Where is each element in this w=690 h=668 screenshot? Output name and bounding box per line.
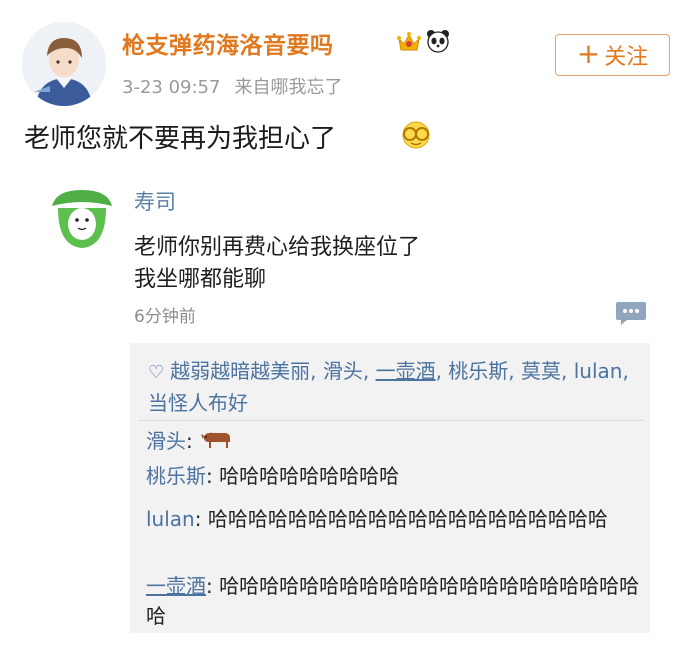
avatar-illustration [22, 22, 106, 106]
post-time: 3-23 09:57 [122, 77, 221, 98]
like-name[interactable]: lulan [574, 359, 623, 383]
like-name[interactable]: 滑头 [323, 359, 363, 383]
quoted-text-line-1: 老师你别再费心给我换座位了 [134, 235, 421, 260]
like-name[interactable]: 一壶酒 [376, 359, 436, 383]
plus-icon: + [576, 36, 601, 70]
quoted-text-line-2: 我坐哪都能聊 [134, 267, 267, 292]
reply-text: 哈哈哈哈哈哈哈哈哈 [219, 464, 400, 488]
post-meta: 3-23 09:57 来自哪我忘了 [122, 73, 342, 99]
reply-text: 哈哈哈哈哈哈哈哈哈哈哈哈哈哈哈哈哈哈哈哈哈哈 [146, 574, 640, 628]
reply-text: 哈哈哈哈哈哈哈哈哈哈哈哈哈哈哈哈哈哈哈哈 [207, 507, 608, 531]
quoted-time: 6分钟前 [134, 307, 196, 327]
likes-row: ♡ 越弱越暗越美丽, 滑头, 一壶酒, 桃乐斯, 莫莫, lulan, 当怪人布好 [148, 359, 629, 415]
vip-crown-icon [396, 30, 422, 58]
panda-icon [425, 29, 451, 57]
glasses-face-emoji-icon [399, 120, 433, 154]
reply-item: 一壶酒: 哈哈哈哈哈哈哈哈哈哈哈哈哈哈哈哈哈哈哈哈哈哈 [146, 574, 640, 628]
cow-icon [199, 428, 233, 458]
like-name[interactable]: 桃乐斯 [448, 359, 508, 383]
quoted-avatar[interactable] [46, 182, 118, 258]
divider [138, 420, 644, 421]
reply-item: lulan: 哈哈哈哈哈哈哈哈哈哈哈哈哈哈哈哈哈哈哈哈 [146, 507, 608, 531]
like-name[interactable]: 莫莫 [521, 359, 561, 383]
post-source: 来自哪我忘了 [234, 77, 343, 98]
like-name[interactable]: 越弱越暗越美丽 [170, 359, 310, 383]
reply-author[interactable]: 滑头 [146, 429, 186, 453]
reply-author[interactable]: 一壶酒 [146, 574, 206, 598]
like-name[interactable]: 当怪人布好 [148, 391, 248, 415]
follow-label: 关注 [604, 45, 649, 70]
quoted-author[interactable]: 寿司 [134, 186, 176, 216]
reply-item: 桃乐斯: 哈哈哈哈哈哈哈哈哈 [146, 464, 400, 488]
reply-item: 滑头: [146, 426, 646, 458]
follow-button[interactable]: + 关注 [555, 34, 670, 76]
reply-author[interactable]: 桃乐斯 [146, 464, 206, 488]
heart-icon: ♡ [148, 362, 165, 383]
author-name[interactable]: 枪支弹药海洛音要吗 [122, 26, 334, 60]
author-avatar[interactable] [22, 22, 106, 106]
comment-icon[interactable] [615, 300, 647, 330]
post-text: 老师您就不要再为我担心了 [24, 124, 337, 154]
reply-author[interactable]: lulan [146, 507, 195, 531]
